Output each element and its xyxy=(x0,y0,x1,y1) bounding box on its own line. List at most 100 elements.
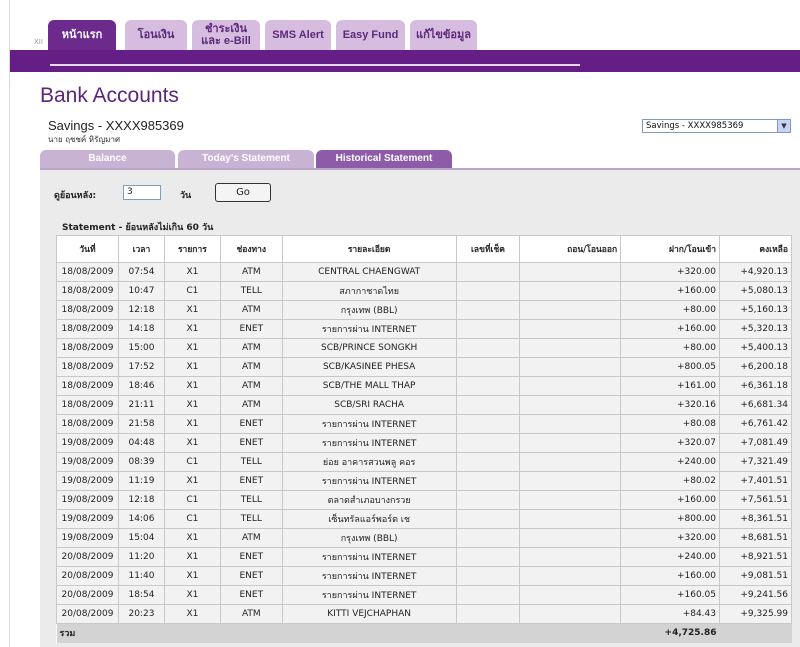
cell-balance: +6,200.18 xyxy=(719,357,792,377)
cell-type: X1 xyxy=(163,357,221,377)
statement-table: วันที่ เวลา รายการ ช่องทาง รายละเอียด เล… xyxy=(56,235,792,643)
cell-description: SCB/KASINEE PHESA xyxy=(281,357,457,377)
cell-balance: +9,081.51 xyxy=(719,566,792,586)
cell-cheque-no xyxy=(455,604,521,624)
cell-description: KITTI VEJCHAPHAN xyxy=(281,604,457,624)
cell-channel: ATM xyxy=(219,262,283,282)
cell-description: รายการผ่าน INTERNET xyxy=(281,585,457,605)
cell-deposit: +160.00 xyxy=(620,490,720,510)
tab-easy-fund[interactable]: Easy Fund xyxy=(336,20,405,50)
cell-date: 18/08/2009 xyxy=(56,281,119,301)
subtab-balance[interactable]: Balance xyxy=(40,150,175,168)
account-select[interactable]: Savings - XXXX985369 ▼ xyxy=(642,119,791,133)
tab-sms-alert-label: SMS Alert xyxy=(272,29,324,41)
chevron-down-icon[interactable]: ▼ xyxy=(777,120,790,132)
cell-balance: +9,241.56 xyxy=(719,585,792,605)
cell-balance: +5,160.13 xyxy=(719,300,792,320)
cell-cheque-no xyxy=(455,490,521,510)
tab-easy-fund-label: Easy Fund xyxy=(342,29,399,41)
cell-balance: +8,921.51 xyxy=(719,547,792,567)
cell-channel: ATM xyxy=(219,300,283,320)
tab-payment[interactable]: ชำระเงิน และ e-Bill xyxy=(192,20,260,50)
page-frame: XII หน้าแรก โอนเงิน ชำระเงิน และ e-Bill … xyxy=(9,0,800,647)
col-deposit: ฝาก/โอนเข้า xyxy=(620,235,720,263)
cell-type: X1 xyxy=(163,433,221,453)
cell-withdrawal xyxy=(519,262,622,282)
cell-cheque-no xyxy=(455,395,521,415)
cell-date: 20/08/2009 xyxy=(56,547,119,567)
cell-deposit: +160.00 xyxy=(620,281,720,301)
cell-balance: +7,081.49 xyxy=(719,433,792,453)
cell-description: เซ็นทรัลแอร์พอร์ต เช xyxy=(281,509,457,529)
cell-withdrawal xyxy=(519,509,622,529)
cell-type: X1 xyxy=(163,414,221,434)
cell-time: 21:11 xyxy=(117,395,165,415)
cell-time: 14:18 xyxy=(117,319,165,339)
cell-withdrawal xyxy=(519,281,622,301)
cell-channel: ENET xyxy=(219,547,283,567)
nav-bar xyxy=(10,50,800,72)
cell-description: ตลาดสำเภอบางกรวย xyxy=(281,490,457,510)
total-empty-cell xyxy=(164,623,221,643)
cell-description: กรุงเทพ (BBL) xyxy=(281,300,457,320)
cell-channel: TELL xyxy=(219,281,283,301)
cell-description: รายการผ่าน INTERNET xyxy=(281,433,457,453)
cell-deposit: +160.00 xyxy=(620,566,720,586)
cell-balance: +8,681.51 xyxy=(719,528,792,548)
cell-cheque-no xyxy=(455,357,521,377)
cell-time: 15:00 xyxy=(117,338,165,358)
cell-channel: ENET xyxy=(219,471,283,491)
go-button[interactable]: Go xyxy=(215,183,271,202)
cell-time: 08:39 xyxy=(117,452,165,472)
tab-home[interactable]: หน้าแรก xyxy=(48,20,116,50)
cell-withdrawal xyxy=(519,414,622,434)
cell-date: 18/08/2009 xyxy=(56,357,119,377)
cell-date: 18/08/2009 xyxy=(56,319,119,339)
cell-time: 07:54 xyxy=(117,262,165,282)
cell-description: รายการผ่าน INTERNET xyxy=(281,319,457,339)
cell-withdrawal xyxy=(519,395,622,415)
cell-type: X1 xyxy=(163,300,221,320)
col-description: รายละเอียด xyxy=(281,235,457,263)
cell-balance: +5,400.13 xyxy=(719,338,792,358)
cell-deposit: +320.00 xyxy=(620,528,720,548)
cell-description: รายการผ่าน INTERNET xyxy=(281,547,457,567)
tab-transfer[interactable]: โอนเงิน xyxy=(125,20,187,50)
cell-cheque-no xyxy=(455,338,521,358)
cell-time: 10:47 xyxy=(117,281,165,301)
cell-deposit: +80.08 xyxy=(620,414,720,434)
corner-mark: XII xyxy=(34,38,43,46)
tab-edit-profile-label: แก้ไขข้อมูล xyxy=(416,29,471,41)
cell-cheque-no xyxy=(455,585,521,605)
cell-description: SCB/PRINCE SONGKH xyxy=(281,338,457,358)
cell-time: 15:04 xyxy=(117,528,165,548)
col-channel: ช่องทาง xyxy=(219,235,283,263)
table-row: 19/08/2009 11:19 X1 ENET รายการผ่าน INTERNET… xyxy=(56,471,792,491)
cell-channel: TELL xyxy=(219,452,283,472)
cell-withdrawal xyxy=(519,528,622,548)
tab-sms-alert[interactable]: SMS Alert xyxy=(265,20,331,50)
subtab-historical-statement[interactable]: Historical Statement xyxy=(316,150,452,168)
cell-date: 19/08/2009 xyxy=(56,490,119,510)
subtab-historical-statement-label: Historical Statement xyxy=(335,153,433,164)
cell-description: สภากาชาดไทย xyxy=(281,281,457,301)
cell-time: 12:18 xyxy=(117,490,165,510)
cell-type: C1 xyxy=(163,452,221,472)
cell-withdrawal xyxy=(519,547,622,567)
tab-edit-profile[interactable]: แก้ไขข้อมูล xyxy=(410,20,477,50)
cell-type: X1 xyxy=(163,471,221,491)
days-input[interactable]: 3 xyxy=(123,185,161,200)
cell-time: 11:20 xyxy=(117,547,165,567)
cell-type: X1 xyxy=(163,547,221,567)
subtab-todays-statement[interactable]: Today's Statement xyxy=(178,150,314,168)
cell-deposit: +320.00 xyxy=(620,262,720,282)
days-unit: วัน xyxy=(180,191,192,201)
cell-date: 20/08/2009 xyxy=(56,585,119,605)
table-row: 20/08/2009 11:20 X1 ENET รายการผ่าน INTERNET… xyxy=(56,547,792,567)
col-balance: คงเหลือ xyxy=(719,235,792,263)
cell-withdrawal xyxy=(519,452,622,472)
cell-cheque-no xyxy=(455,566,521,586)
cell-type: X1 xyxy=(163,338,221,358)
cell-balance: +7,401.51 xyxy=(719,471,792,491)
cell-time: 17:52 xyxy=(117,357,165,377)
